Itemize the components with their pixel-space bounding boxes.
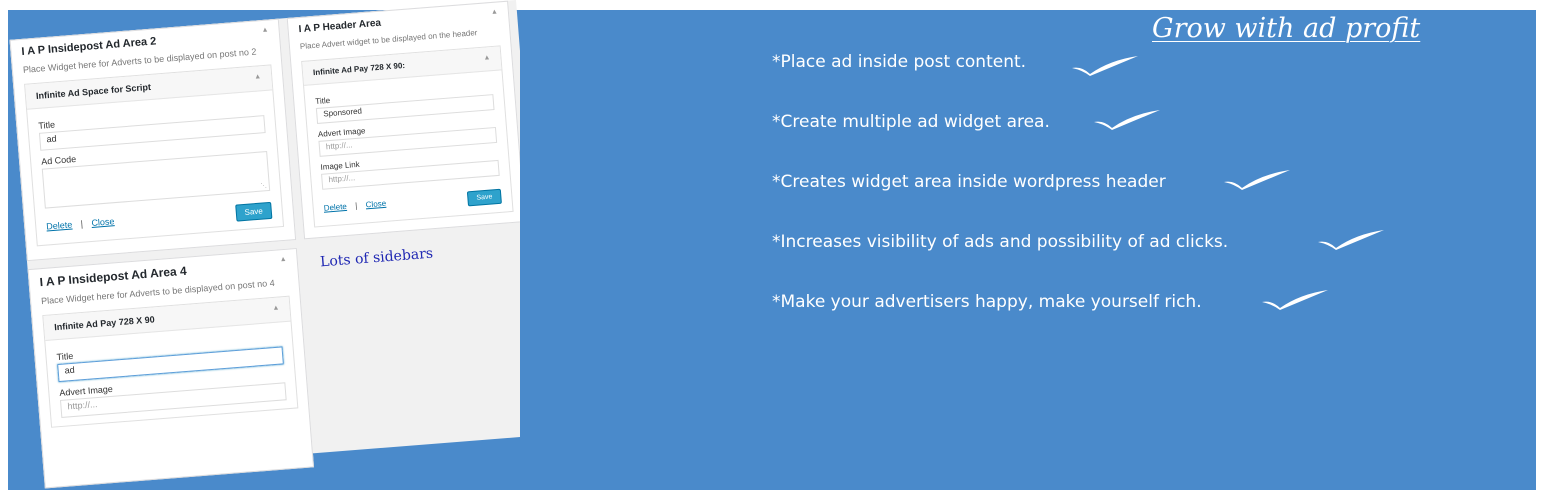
separator: | (80, 218, 84, 229)
insidepost-area-4: I A P Insidepost Ad Area 4 Place Widget … (27, 247, 315, 489)
checkmark-icon (1262, 290, 1328, 310)
collapse-arrow-icon[interactable]: ▲ (261, 27, 268, 35)
widget-ad-pay-header: Infinite Ad Pay 728 X 90: ▲ Title Sponso… (301, 45, 514, 228)
widget-body: Title ad Ad Code ⋱ Delete | Close Save (27, 90, 283, 245)
right-column: I A P Header Area Place Advert widget to… (286, 0, 520, 240)
feature-item: *Place ad inside post content. (772, 52, 1027, 72)
delete-link[interactable]: Delete (46, 220, 73, 232)
widget-screenshot: I A P Insidepost Ad Area 2 Place Widget … (8, 0, 520, 500)
widget-actions: Delete | Close Save (323, 184, 502, 218)
checkmark-icon (1072, 56, 1138, 76)
feature-item: *Increases visibility of ads and possibi… (772, 232, 1229, 252)
feature-item: *Make your advertisers happy, make yours… (772, 292, 1202, 312)
widget-ad-space-script: Infinite Ad Space for Script ▲ Title ad … (24, 64, 285, 247)
separator: | (354, 201, 358, 211)
save-button[interactable]: Save (466, 188, 502, 207)
widget-title: Infinite Ad Space for Script (35, 81, 152, 101)
checkmark-icon (1224, 170, 1290, 190)
resize-grip-icon[interactable]: ⋱ (261, 182, 267, 189)
widget-body: Title Sponsored Advert Image http://... … (304, 70, 512, 226)
checkmark-icon (1094, 110, 1160, 130)
close-link[interactable]: Close (91, 216, 115, 228)
collapse-arrow-icon[interactable]: ▲ (483, 54, 490, 62)
close-link[interactable]: Close (365, 199, 386, 210)
widget-ad-pay: Infinite Ad Pay 728 X 90 ▲ Title ad Adve… (42, 295, 299, 428)
header-area: I A P Header Area Place Advert widget to… (286, 0, 520, 240)
feature-item: *Creates widget area inside wordpress he… (772, 172, 1166, 192)
checkmark-icon (1318, 230, 1384, 250)
collapse-arrow-icon[interactable]: ▲ (279, 256, 286, 264)
insidepost-area-2: I A P Insidepost Ad Area 2 Place Widget … (9, 18, 297, 262)
feature-item: *Create multiple ad widget area. (772, 112, 1050, 132)
widget-title: Infinite Ad Pay 728 X 90: (312, 60, 406, 78)
tagline: Grow with ad profit (1152, 13, 1421, 44)
widget-title: Infinite Ad Pay 728 X 90 (53, 314, 156, 333)
collapse-arrow-icon[interactable]: ▲ (254, 73, 261, 81)
collapse-arrow-icon[interactable]: ▲ (491, 8, 498, 16)
collapse-arrow-icon[interactable]: ▲ (272, 305, 279, 313)
left-column: I A P Insidepost Ad Area 2 Place Widget … (9, 18, 315, 489)
save-button[interactable]: Save (234, 201, 273, 222)
widgets-panel: I A P Insidepost Ad Area 2 Place Widget … (9, 0, 520, 489)
delete-link[interactable]: Delete (323, 202, 347, 213)
